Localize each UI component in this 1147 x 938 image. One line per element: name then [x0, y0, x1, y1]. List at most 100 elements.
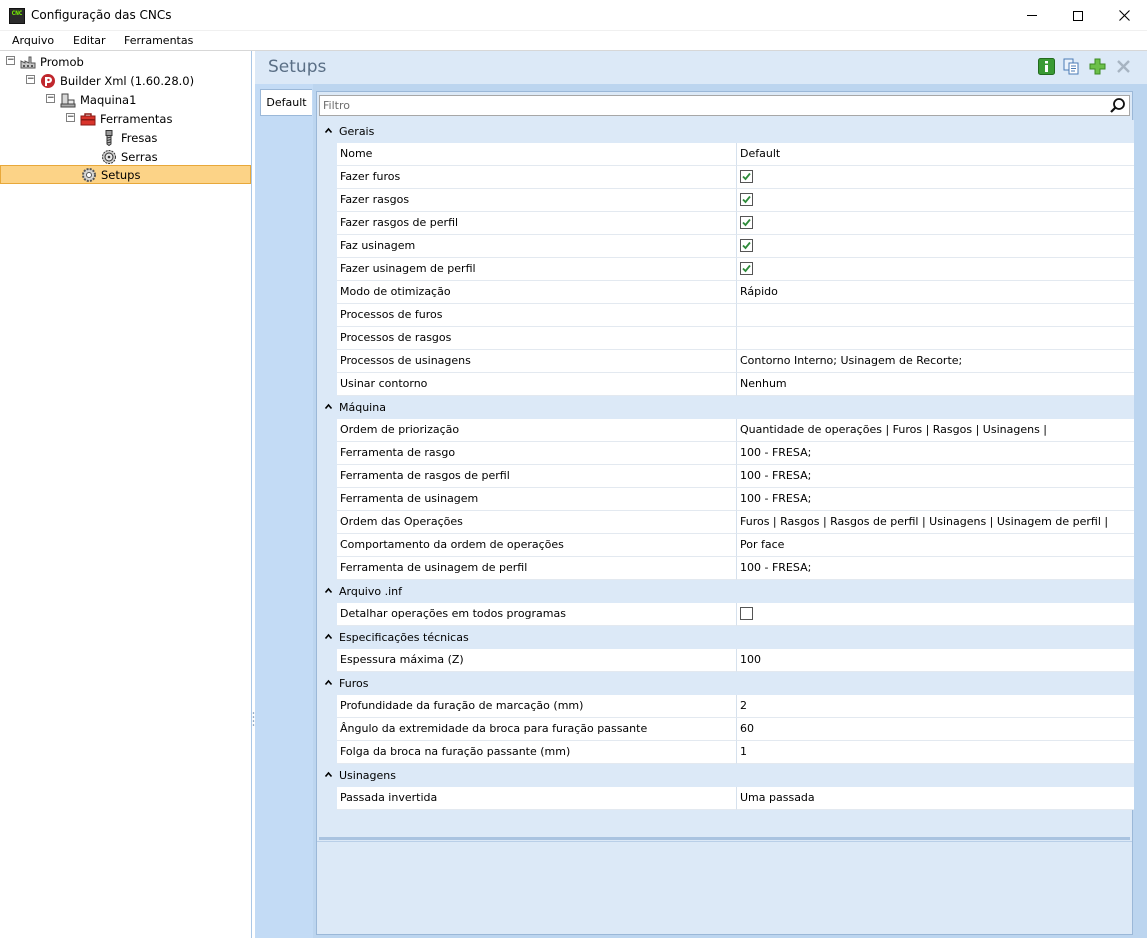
property-row[interactable]: Ferramenta de usinagem de perfil 100 - FR…: [319, 557, 1134, 580]
property-row[interactable]: Ferramenta de rasgo 100 - FRESA;: [319, 442, 1134, 465]
property-row[interactable]: Espessura máxima (Z) 100: [319, 649, 1134, 672]
menu-ferramentas[interactable]: Ferramentas: [124, 34, 193, 47]
property-row[interactable]: Modo de otimização Rápido: [319, 281, 1134, 304]
property-row[interactable]: Comportamento da ordem de operações Por f…: [319, 534, 1134, 557]
property-row[interactable]: Ordem das Operações Furos | Rasgos | Rasg…: [319, 511, 1134, 534]
category-label: Gerais: [339, 125, 375, 138]
property-value[interactable]: 60: [737, 718, 1134, 741]
property-row[interactable]: Usinar contorno Nenhum: [319, 373, 1134, 396]
collapse-caret-icon[interactable]: [324, 586, 333, 595]
property-row[interactable]: Faz usinagem: [319, 235, 1134, 258]
collapse-caret-icon[interactable]: [324, 678, 333, 687]
property-row[interactable]: Processos de rasgos: [319, 327, 1134, 350]
collapse-caret-icon[interactable]: [324, 770, 333, 779]
menu-editar[interactable]: Editar: [73, 34, 106, 47]
tab-default[interactable]: Default: [260, 89, 312, 116]
property-row[interactable]: Folga da broca na furação passante (mm) 1: [319, 741, 1134, 764]
description-splitter[interactable]: [319, 837, 1130, 840]
tree-node-builder-xml[interactable]: Builder Xml (1.60.28.0): [40, 71, 194, 90]
property-row[interactable]: Fazer furos: [319, 166, 1134, 189]
app-icon: CNC: [9, 8, 25, 24]
builder-logo-icon: [40, 73, 56, 89]
add-button[interactable]: [1089, 58, 1106, 75]
property-value[interactable]: [737, 166, 1134, 189]
property-row[interactable]: Passada invertida Uma passada: [319, 787, 1134, 810]
checked-checkbox[interactable]: [740, 239, 753, 252]
property-value[interactable]: 100 - FRESA;: [737, 488, 1134, 511]
checked-checkbox[interactable]: [740, 262, 753, 275]
property-value[interactable]: [737, 212, 1134, 235]
property-value[interactable]: [737, 235, 1134, 258]
property-row[interactable]: Processos de furos: [319, 304, 1134, 327]
collapse-caret-icon[interactable]: [324, 126, 333, 135]
property-row[interactable]: Ângulo da extremidade da broca para fura…: [319, 718, 1134, 741]
tree-expander[interactable]: −: [6, 56, 15, 65]
category-row[interactable]: Furos: [319, 672, 1134, 695]
property-row[interactable]: Ordem de priorização Quantidade de operaç…: [319, 419, 1134, 442]
tree-node-ferramentas[interactable]: Ferramentas: [80, 109, 172, 128]
checked-checkbox[interactable]: [740, 170, 753, 183]
property-value[interactable]: Default: [737, 143, 1134, 166]
minimize-button[interactable]: [1009, 0, 1055, 31]
close-button[interactable]: [1101, 0, 1147, 31]
property-row[interactable]: Fazer rasgos de perfil: [319, 212, 1134, 235]
tree-node-setups[interactable]: Setups: [0, 165, 251, 184]
category-row[interactable]: Usinagens: [319, 764, 1134, 787]
property-row[interactable]: Detalhar operações em todos programas: [319, 603, 1134, 626]
category-row[interactable]: Arquivo .inf: [319, 580, 1134, 603]
tree-node-fresas[interactable]: Fresas: [101, 128, 157, 147]
maximize-button[interactable]: [1055, 0, 1101, 31]
property-value[interactable]: 100 - FRESA;: [737, 442, 1134, 465]
property-row[interactable]: Ferramenta de usinagem 100 - FRESA;: [319, 488, 1134, 511]
tree-expander[interactable]: −: [26, 75, 35, 84]
property-value[interactable]: [737, 304, 1134, 327]
property-value[interactable]: [737, 327, 1134, 350]
collapse-caret-icon[interactable]: [324, 632, 333, 641]
tree-node-maquina1[interactable]: Maquina1: [60, 90, 136, 109]
property-value[interactable]: 100 - FRESA;: [737, 557, 1134, 580]
property-value[interactable]: [737, 603, 1134, 626]
property-value[interactable]: 100 - FRESA;: [737, 465, 1134, 488]
property-value[interactable]: Nenhum: [737, 373, 1134, 396]
property-value[interactable]: Rápido: [737, 281, 1134, 304]
collapse-caret-icon[interactable]: [324, 402, 333, 411]
category-row[interactable]: Máquina: [319, 396, 1134, 419]
property-value[interactable]: 2: [737, 695, 1134, 718]
delete-button[interactable]: [1115, 58, 1132, 75]
property-value[interactable]: Contorno Interno; Usinagem de Recorte;: [737, 350, 1134, 373]
property-row[interactable]: Ferramenta de rasgos de perfil 100 - FRES…: [319, 465, 1134, 488]
tree-node-serras[interactable]: Serras: [101, 147, 158, 166]
checked-checkbox[interactable]: [740, 193, 753, 206]
property-value[interactable]: Furos | Rasgos | Rasgos de perfil | Usin…: [737, 511, 1134, 534]
property-row[interactable]: Fazer usinagem de perfil: [319, 258, 1134, 281]
property-value-text: Default: [740, 147, 781, 160]
search-icon[interactable]: [1109, 97, 1126, 114]
category-row[interactable]: Especificações técnicas: [319, 626, 1134, 649]
property-row[interactable]: Processos de usinagens Contorno Interno; …: [319, 350, 1134, 373]
tree-expander[interactable]: −: [46, 94, 55, 103]
property-value[interactable]: [737, 258, 1134, 281]
unchecked-checkbox[interactable]: [740, 607, 753, 620]
copy-button[interactable]: [1063, 58, 1080, 75]
description-panel: [317, 841, 1132, 933]
menu-arquivo[interactable]: Arquivo: [12, 34, 54, 47]
property-value[interactable]: Por face: [737, 534, 1134, 557]
property-row[interactable]: Fazer rasgos: [319, 189, 1134, 212]
property-row[interactable]: Nome Default: [319, 143, 1134, 166]
row-gutter: [319, 143, 337, 166]
property-value[interactable]: Quantidade de operações | Furos | Rasgos…: [737, 419, 1134, 442]
info-button[interactable]: [1038, 58, 1055, 75]
filter-input[interactable]: [323, 96, 1103, 115]
tree-node-promob[interactable]: Promob: [20, 52, 84, 71]
category-row[interactable]: Gerais: [319, 120, 1134, 143]
property-value[interactable]: 1: [737, 741, 1134, 764]
checked-checkbox[interactable]: [740, 216, 753, 229]
tree-expander[interactable]: −: [66, 113, 75, 122]
row-gutter: [319, 166, 337, 189]
property-value[interactable]: 100: [737, 649, 1134, 672]
property-name: Comportamento da ordem de operações: [337, 534, 737, 557]
row-gutter: [319, 189, 337, 212]
property-value[interactable]: Uma passada: [737, 787, 1134, 810]
property-value[interactable]: [737, 189, 1134, 212]
property-row[interactable]: Profundidade da furação de marcação (mm)…: [319, 695, 1134, 718]
